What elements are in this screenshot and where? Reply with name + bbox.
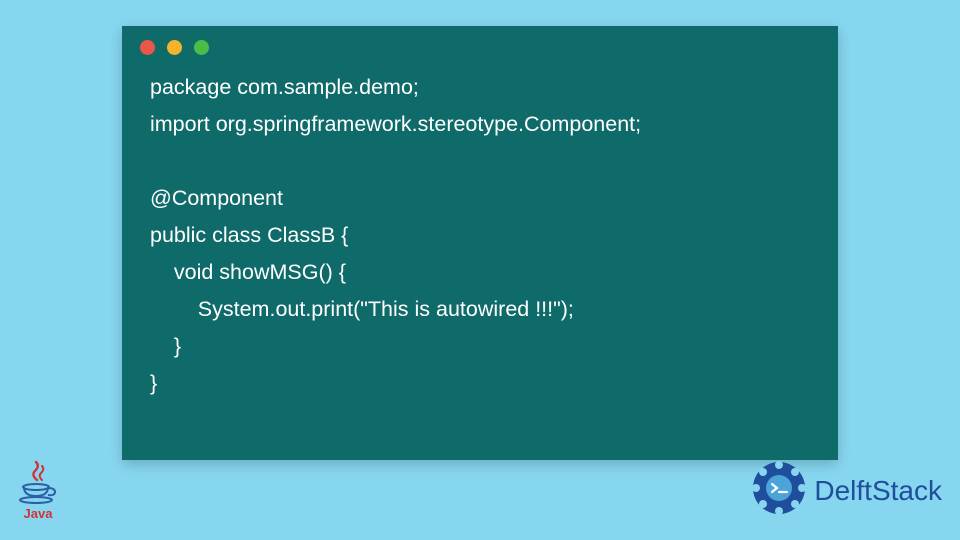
delftstack-gear-icon bbox=[750, 459, 808, 522]
close-icon bbox=[140, 40, 155, 55]
code-content: package com.sample.demo; import org.spri… bbox=[122, 61, 838, 422]
java-logo: Java bbox=[14, 460, 62, 530]
java-logo-label: Java bbox=[24, 506, 53, 521]
code-window: package com.sample.demo; import org.spri… bbox=[122, 26, 838, 460]
java-cup-icon bbox=[18, 460, 58, 504]
window-controls bbox=[122, 26, 838, 61]
delftstack-logo: DelftStack bbox=[750, 459, 942, 522]
minimize-icon bbox=[167, 40, 182, 55]
delftstack-label: DelftStack bbox=[814, 475, 942, 507]
maximize-icon bbox=[194, 40, 209, 55]
